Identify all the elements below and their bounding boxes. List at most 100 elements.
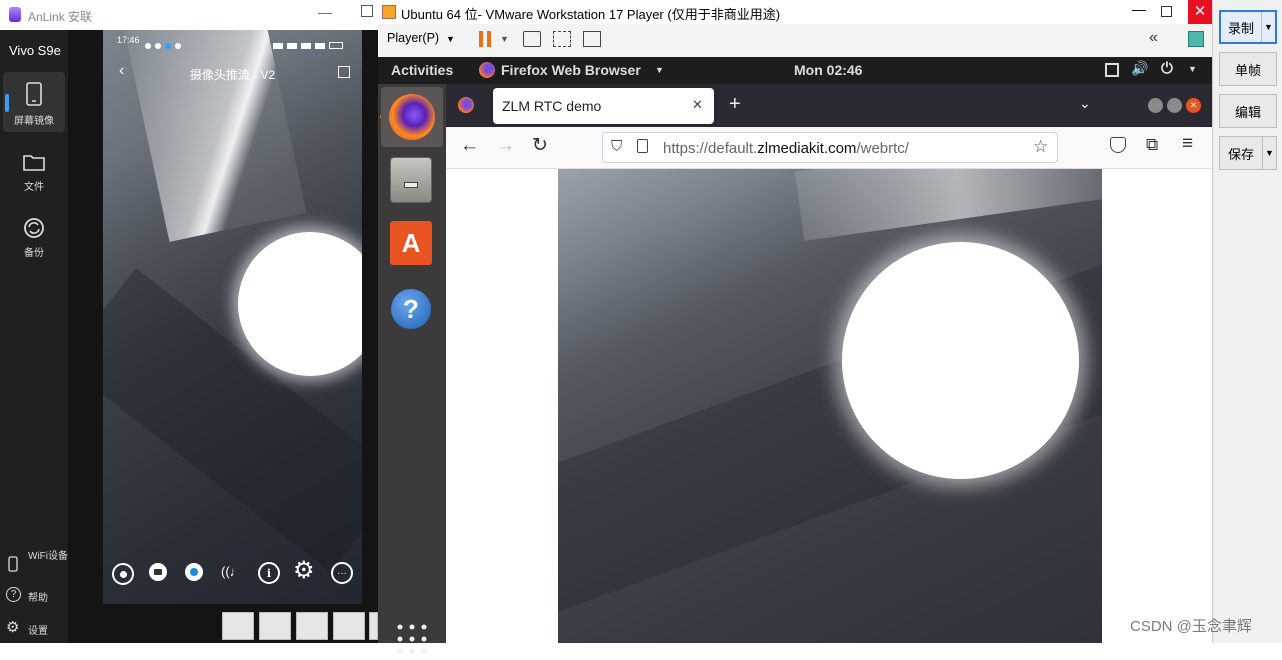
sidebar-item-label: WiFi设备 bbox=[28, 551, 68, 562]
minimize-icon[interactable]: — bbox=[1132, 1, 1146, 17]
ubuntu-dock: A ? bbox=[378, 84, 446, 654]
audio-icon[interactable]: ((♩ bbox=[221, 564, 243, 579]
screen-share-icon[interactable] bbox=[259, 612, 291, 640]
shield-icon[interactable]: ⛉ bbox=[611, 138, 622, 155]
anlink-window: AnLink 安联 — Vivo S9e 屏幕镜像 文件 备份 WiFi设备 ?… bbox=[0, 0, 378, 643]
sidebar-item-screen-mirror[interactable]: 屏幕镜像 bbox=[3, 72, 65, 132]
vmware-window-title: Ubuntu 64 位- VMware Workstation 17 Playe… bbox=[401, 7, 781, 22]
dock-item-firefox[interactable] bbox=[381, 87, 443, 147]
network-icon[interactable] bbox=[1105, 63, 1119, 77]
notes-icon[interactable] bbox=[1188, 31, 1204, 47]
maximize-icon[interactable] bbox=[1161, 6, 1172, 17]
vmware-logo-icon bbox=[382, 5, 396, 19]
window-icon[interactable] bbox=[222, 612, 254, 640]
settings-icon[interactable]: ⚙ bbox=[293, 559, 315, 583]
app-menu[interactable]: Firefox Web Browser bbox=[501, 62, 641, 78]
tab-close-icon[interactable]: ✕ bbox=[692, 97, 703, 113]
minimize-icon[interactable]: — bbox=[318, 4, 332, 20]
volume-icon[interactable]: 🔊 bbox=[1131, 60, 1148, 77]
pause-icon-bar bbox=[487, 31, 491, 47]
switch-camera-icon[interactable] bbox=[185, 563, 203, 581]
more-icon[interactable]: ··· bbox=[331, 562, 353, 584]
ubuntu-desktop: Activities Firefox Web Browser ▼ Mon 02:… bbox=[378, 57, 1212, 654]
window-maximize-icon[interactable] bbox=[1167, 98, 1182, 113]
url-bar[interactable]: ⛉ https://default.zlmediakit.com/webrtc/… bbox=[602, 132, 1058, 163]
active-indicator bbox=[5, 94, 9, 112]
lock-icon[interactable] bbox=[637, 139, 648, 153]
webrtc-video[interactable] bbox=[558, 169, 1102, 643]
keyboard-icon[interactable] bbox=[333, 612, 365, 640]
camera-icon[interactable] bbox=[149, 563, 167, 581]
pocket-icon[interactable] bbox=[1110, 137, 1126, 153]
device-name: Vivo S9e bbox=[9, 43, 61, 58]
sidebar-item-settings[interactable]: ⚙ 设置 bbox=[6, 619, 68, 640]
status-time: 17:46 bbox=[117, 35, 140, 45]
firefox-view-icon[interactable] bbox=[458, 97, 474, 113]
single-frame-button-label: 单帧 bbox=[1234, 62, 1261, 78]
watermark: CSDN @玉念聿辉 bbox=[1130, 618, 1252, 635]
system-menu-chevron-icon[interactable]: ▼ bbox=[1188, 64, 1197, 74]
new-tab-icon[interactable]: + bbox=[729, 93, 741, 116]
dock-item-files[interactable] bbox=[390, 157, 432, 203]
sidebar-item-help[interactable]: ? 帮助 bbox=[6, 587, 68, 607]
power-icon[interactable]: ⏻ bbox=[1161, 60, 1173, 77]
capture-panel: 录制 ▼ 单帧 编辑 保存 ▼ bbox=[1212, 0, 1282, 643]
save-chevron-down-icon[interactable]: ▼ bbox=[1262, 137, 1276, 169]
window-close-icon[interactable]: ✕ bbox=[1186, 98, 1201, 113]
wifi-device-icon bbox=[8, 556, 18, 572]
page-content bbox=[446, 169, 1212, 643]
send-ctrl-alt-del-icon[interactable] bbox=[523, 31, 541, 47]
extensions-icon[interactable]: ⧉ bbox=[1146, 135, 1158, 155]
back-icon[interactable]: ← bbox=[460, 135, 479, 157]
player-menu-chevron-icon[interactable]: ▼ bbox=[446, 34, 455, 44]
record-icon[interactable] bbox=[112, 563, 134, 585]
single-frame-button[interactable]: 单帧 bbox=[1219, 52, 1277, 86]
edit-button[interactable]: 编辑 bbox=[1219, 94, 1277, 128]
fullscreen-icon[interactable] bbox=[553, 31, 571, 47]
pause-icon[interactable] bbox=[479, 31, 483, 47]
sidebar-item-files[interactable]: 文件 bbox=[0, 150, 68, 194]
collapse-icon[interactable]: « bbox=[1149, 29, 1158, 47]
tab-zlm-rtc-demo[interactable]: ZLM RTC demo ✕ bbox=[493, 88, 714, 124]
url-text[interactable]: https://default.zlmediakit.com/webrtc/ bbox=[663, 140, 909, 157]
gnome-topbar: Activities Firefox Web Browser ▼ Mon 02:… bbox=[378, 57, 1212, 84]
clock[interactable]: Mon 02:46 bbox=[794, 62, 862, 78]
more-tools-icon[interactable] bbox=[369, 612, 378, 640]
pause-menu-chevron-icon[interactable]: ▼ bbox=[500, 34, 509, 44]
sidebar-item-backup[interactable]: 备份 bbox=[0, 216, 68, 260]
record-button-label: 录制 bbox=[1227, 20, 1254, 36]
grid-icon[interactable] bbox=[338, 66, 350, 78]
player-menu[interactable]: Player(P) bbox=[387, 31, 439, 45]
folder-icon bbox=[23, 155, 45, 171]
close-icon[interactable]: ✕ bbox=[1188, 0, 1212, 24]
list-all-tabs-chevron-icon[interactable]: ⌄ bbox=[1079, 95, 1091, 112]
window-minimize-icon[interactable] bbox=[1148, 98, 1163, 113]
record-chevron-down-icon[interactable]: ▼ bbox=[1261, 12, 1275, 42]
video-light-bulb bbox=[842, 242, 1079, 479]
activities-button[interactable]: Activities bbox=[391, 62, 453, 78]
anlink-titlebar: AnLink 安联 — bbox=[0, 0, 378, 30]
phone-icon bbox=[26, 82, 42, 106]
app-menu-chevron-icon[interactable]: ▼ bbox=[655, 65, 664, 75]
sidebar-item-wifi-device[interactable]: WiFi设备 bbox=[6, 550, 68, 580]
dock-item-software[interactable]: A bbox=[390, 221, 432, 265]
info-icon[interactable]: i bbox=[258, 562, 280, 584]
phone-mirror-screen[interactable]: 17:46 ‹ 摄像头推流 - V2 ((♩ i ⚙ ··· bbox=[103, 30, 362, 604]
reload-icon[interactable]: ↻ bbox=[532, 134, 548, 157]
save-button-label: 保存 bbox=[1227, 146, 1254, 162]
show-applications-icon[interactable] bbox=[396, 623, 428, 655]
headset-icon[interactable] bbox=[296, 612, 328, 640]
record-button[interactable]: 录制 ▼ bbox=[1219, 10, 1277, 44]
save-button[interactable]: 保存 ▼ bbox=[1219, 136, 1277, 170]
anlink-logo-icon bbox=[9, 7, 21, 22]
maximize-icon[interactable] bbox=[361, 5, 373, 17]
dock-item-help[interactable]: ? bbox=[391, 289, 431, 329]
sidebar-item-label: 备份 bbox=[24, 248, 44, 259]
sidebar-item-label: 屏幕镜像 bbox=[14, 116, 54, 127]
software-center-icon: A bbox=[401, 228, 421, 258]
unity-icon[interactable] bbox=[583, 31, 601, 47]
hamburger-menu-icon[interactable]: ≡ bbox=[1182, 133, 1193, 155]
forward-icon[interactable]: → bbox=[496, 135, 515, 157]
bookmark-star-icon[interactable]: ☆ bbox=[1033, 137, 1048, 157]
anlink-app-title: AnLink 安联 bbox=[28, 10, 93, 24]
